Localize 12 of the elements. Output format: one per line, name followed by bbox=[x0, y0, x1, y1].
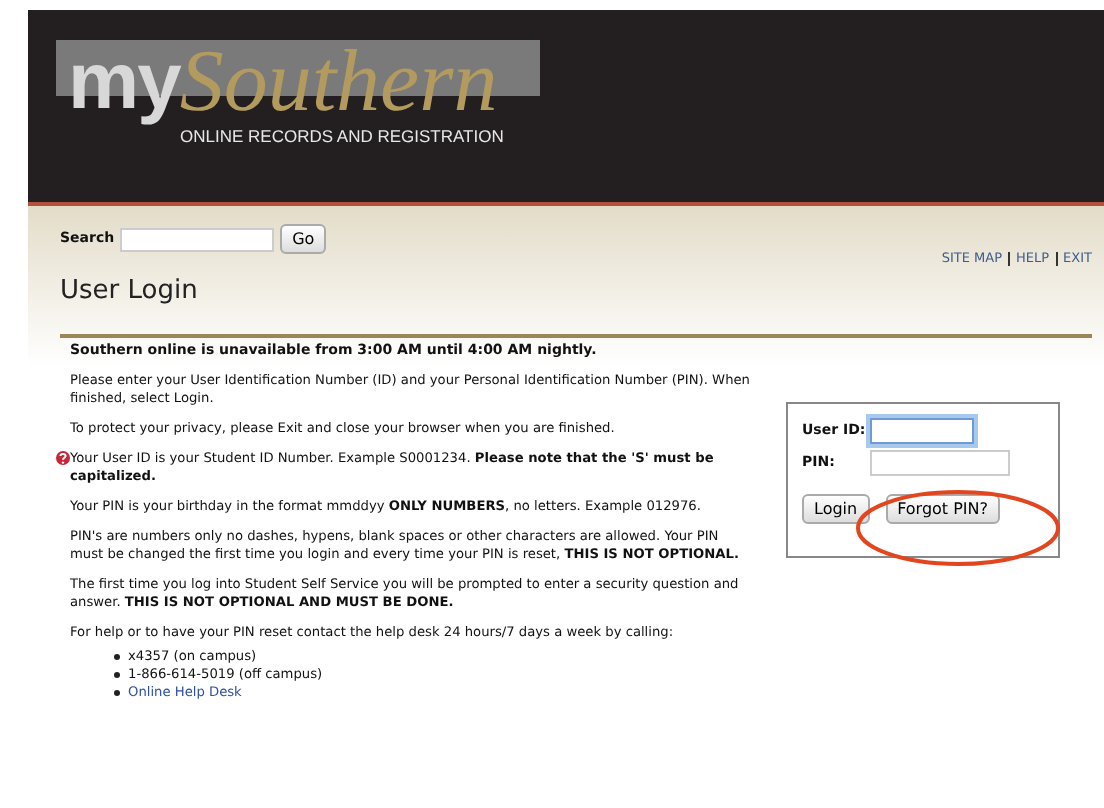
help-icon bbox=[56, 450, 70, 466]
go-button[interactable]: Go bbox=[280, 224, 327, 254]
page-title: User Login bbox=[60, 275, 200, 308]
bullet-icon bbox=[114, 672, 120, 678]
login-button[interactable]: Login bbox=[802, 494, 870, 524]
logo-tagline: ONLINE RECORDS AND REGISTRATION bbox=[180, 125, 504, 150]
bullet-icon bbox=[114, 690, 120, 696]
search-field[interactable] bbox=[120, 227, 275, 251]
pin-field[interactable] bbox=[870, 450, 1010, 476]
forgot-pin-button[interactable]: Forgot PIN? bbox=[885, 494, 1001, 524]
bullet-icon bbox=[114, 654, 120, 660]
user-id-field[interactable] bbox=[870, 418, 974, 444]
